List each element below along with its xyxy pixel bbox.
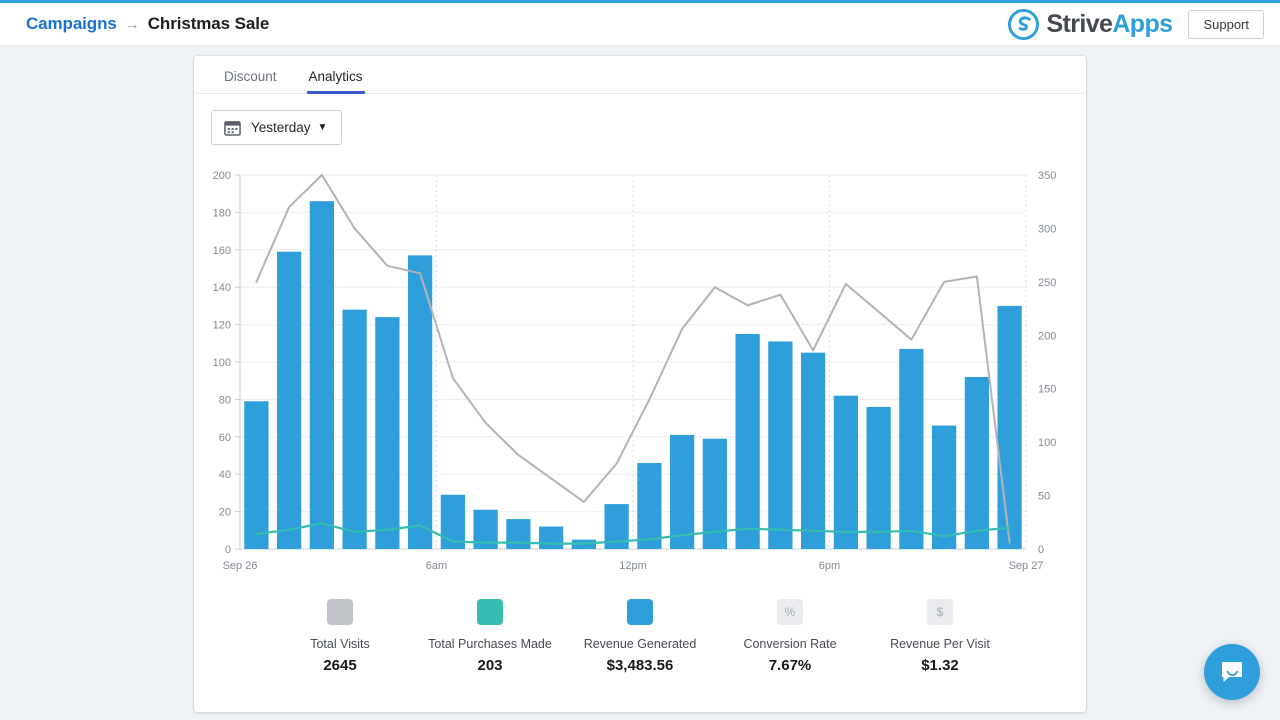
chart-bar[interactable] [343, 310, 367, 549]
right-axis-tick-label: 50 [1038, 491, 1050, 503]
stat-swatch-icon [627, 599, 653, 625]
chat-launcher-button[interactable] [1204, 644, 1260, 700]
stats-legend: Total Visits 2645 Total Purchases Made 203 R… [194, 599, 1086, 674]
stat-item: Total Purchases Made 203 [415, 599, 565, 674]
left-axis-tick-label: 180 [213, 207, 231, 219]
chart-bar[interactable] [867, 407, 891, 549]
stat-item: % Conversion Rate 7.67% [715, 599, 865, 674]
top-bar-right: StriveApps Support [1008, 9, 1264, 40]
left-axis-tick-label: 80 [219, 394, 231, 406]
brand-logo[interactable]: StriveApps [1008, 9, 1172, 40]
stat-swatch-icon [477, 599, 503, 625]
breadcrumb-arrow-icon: → [125, 16, 140, 33]
stat-item: Revenue Generated $3,483.56 [565, 599, 715, 674]
left-axis-tick-label: 160 [213, 245, 231, 257]
chart-bar[interactable] [637, 463, 661, 549]
left-axis-tick-label: 140 [213, 282, 231, 294]
chart-bar[interactable] [998, 306, 1022, 549]
stat-label: Conversion Rate [743, 637, 836, 651]
chart-bar[interactable] [834, 396, 858, 549]
chart-bar[interactable] [277, 252, 301, 549]
stat-label: Revenue Per Visit [890, 637, 990, 651]
right-axis-tick-label: 150 [1038, 384, 1056, 396]
right-axis-tick-label: 350 [1038, 170, 1056, 182]
top-bar: Campaigns → Christmas Sale StriveApps Su… [0, 0, 1280, 46]
date-range-label: Yesterday [251, 120, 311, 135]
right-axis-tick-label: 0 [1038, 544, 1044, 556]
brand-name-part1: Strive [1046, 10, 1112, 38]
right-axis-tick-label: 250 [1038, 277, 1056, 289]
chat-bubble-icon [1218, 658, 1246, 686]
breadcrumb-campaigns-link[interactable]: Campaigns [26, 14, 117, 34]
stat-label: Total Visits [310, 637, 370, 651]
stat-swatch-icon [327, 599, 353, 625]
stat-value: 203 [477, 657, 502, 674]
right-axis-tick-label: 100 [1038, 437, 1056, 449]
stat-item: Total Visits 2645 [265, 599, 415, 674]
chart-bar[interactable] [375, 317, 399, 549]
left-axis-tick-label: 20 [219, 507, 231, 519]
page-root: Campaigns → Christmas Sale StriveApps Su… [0, 0, 1280, 720]
tab-analytics[interactable]: Analytics [293, 61, 379, 93]
stat-label: Revenue Generated [584, 637, 697, 651]
left-axis-tick-label: 40 [219, 469, 231, 481]
chart-bar[interactable] [539, 527, 563, 549]
chart-bar[interactable] [965, 377, 989, 549]
breadcrumb-current: Christmas Sale [148, 14, 269, 34]
chart-bar[interactable] [736, 334, 760, 549]
x-axis-tick-label: 6am [426, 560, 447, 572]
x-axis-tick-label: Sep 27 [1009, 560, 1044, 572]
analytics-card: Discount Analytics Yesterday ▼ [194, 56, 1086, 712]
brand-name-part2: Apps [1112, 10, 1172, 38]
stat-value: $1.32 [921, 657, 959, 674]
left-axis-tick-label: 200 [213, 170, 231, 182]
stat-swatch-icon: $ [927, 599, 953, 625]
analytics-chart[interactable]: 0 20 40 60 80 100 120 140 160 180 200 0 50 100 150 200 2… [194, 163, 1086, 593]
x-axis-tick-label: 12pm [619, 560, 647, 572]
stat-value: 2645 [323, 657, 356, 674]
chart-bar[interactable] [670, 435, 694, 549]
stat-label: Total Purchases Made [428, 637, 552, 651]
brand-name: StriveApps [1046, 10, 1172, 39]
stat-item: $ Revenue Per Visit $1.32 [865, 599, 1015, 674]
chart-bar[interactable] [244, 401, 268, 549]
chart-container: 0 20 40 60 80 100 120 140 160 180 200 0 50 100 150 200 2… [194, 163, 1086, 593]
chart-bar[interactable] [506, 519, 530, 549]
left-axis-tick-label: 100 [213, 357, 231, 369]
support-button[interactable]: Support [1188, 10, 1264, 39]
strive-circle-s-logo-icon [1008, 9, 1039, 40]
chart-bar[interactable] [768, 341, 792, 549]
stat-value: 7.67% [769, 657, 812, 674]
x-axis-tick-label: 6pm [819, 560, 840, 572]
stat-value: $3,483.56 [607, 657, 674, 674]
stat-swatch-icon: % [777, 599, 803, 625]
chart-bar[interactable] [310, 201, 334, 549]
right-axis-tick-label: 200 [1038, 330, 1056, 342]
x-axis-tick-label: Sep 26 [223, 560, 258, 572]
chevron-down-icon: ▼ [318, 122, 328, 133]
date-range-dropdown[interactable]: Yesterday ▼ [211, 110, 342, 145]
tab-bar: Discount Analytics [194, 56, 1086, 94]
right-axis-tick-label: 300 [1038, 223, 1056, 235]
breadcrumb: Campaigns → Christmas Sale [26, 14, 269, 34]
tab-discount[interactable]: Discount [208, 61, 293, 93]
chart-bar[interactable] [932, 426, 956, 549]
left-axis-tick-label: 120 [213, 320, 231, 332]
left-axis-tick-label: 0 [225, 544, 231, 556]
chart-bar[interactable] [899, 349, 923, 549]
chart-toolbar: Yesterday ▼ [194, 94, 1086, 145]
chart-bar[interactable] [801, 353, 825, 549]
left-axis-tick-label: 60 [219, 432, 231, 444]
calendar-icon [224, 119, 241, 136]
